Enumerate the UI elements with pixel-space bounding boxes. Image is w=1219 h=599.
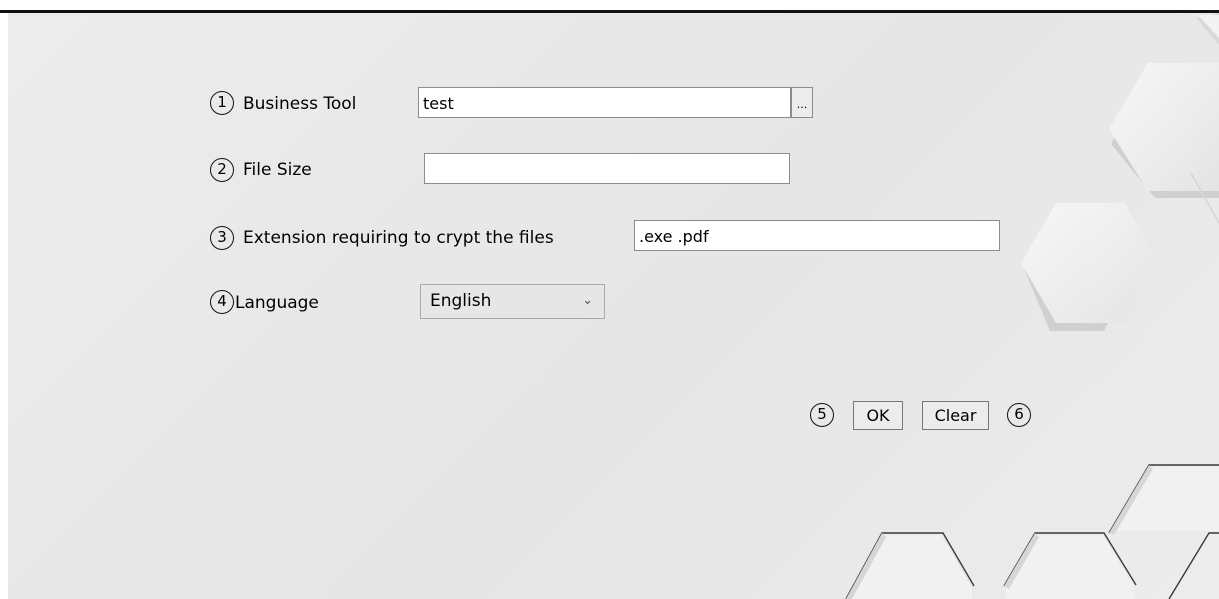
extension-label: Extension requiring to crypt the files [243,228,554,248]
window-top-border [0,0,1219,13]
step-number-4-badge: 4 [210,290,234,314]
clear-button[interactable]: Clear [922,401,989,430]
business-tool-input[interactable] [418,87,791,118]
extension-input[interactable] [634,220,1000,251]
browse-button[interactable]: ... [791,87,813,118]
language-select[interactable]: English ⌄ [420,284,605,319]
step-number-5-badge: 5 [810,403,834,427]
file-size-label: File Size [243,160,312,180]
chevron-down-icon: ⌄ [582,293,593,308]
dialog-panel: 1 Business Tool ... 2 File Size 3 Extens… [8,13,1219,599]
file-size-input[interactable] [424,153,790,184]
step-number-6-badge: 6 [1007,403,1031,427]
step-number-3-badge: 3 [210,226,234,250]
step-number-2-badge: 2 [210,158,234,182]
step-number-1-badge: 1 [210,91,234,115]
language-label: Language [235,293,319,313]
ok-button[interactable]: OK [853,401,903,430]
language-selected-value: English [430,291,492,311]
window-left-strip [0,13,8,599]
business-tool-label: Business Tool [243,94,357,114]
